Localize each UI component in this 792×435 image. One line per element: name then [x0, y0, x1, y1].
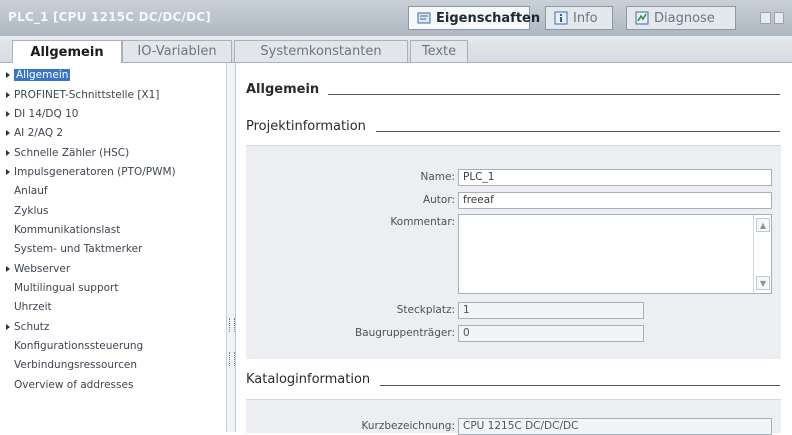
subtab-texte[interactable]: Texte	[410, 40, 468, 62]
tab-info-label: Info	[573, 10, 598, 26]
kataloginformation-heading: Kataloginformation	[246, 372, 371, 387]
expand-arrow-icon[interactable]	[6, 266, 10, 272]
subtab-systemkonstanten[interactable]: Systemkonstanten	[234, 40, 408, 62]
expand-arrow-icon[interactable]	[6, 92, 10, 98]
expand-arrow-icon[interactable]	[6, 130, 10, 136]
splitter-grip-icon[interactable]	[229, 352, 235, 366]
pane-splitter[interactable]	[226, 63, 236, 432]
katalog-divider	[380, 385, 780, 386]
nav-item-schutz[interactable]: Schutz	[6, 319, 49, 335]
nav-item-kommunikationslast[interactable]: Kommunikationslast	[6, 222, 120, 238]
baugruppentraeger-field: 0	[458, 325, 644, 342]
tab-eigenschaften-label: Eigenschaften	[436, 10, 541, 26]
splitter-grip-icon[interactable]	[229, 318, 235, 332]
baugruppentraeger-label: Baugruppenträger:	[354, 327, 455, 339]
kataloginformation-panel: Kurzbezeichnung: CPU 1215C DC/DC/DC	[246, 399, 781, 435]
properties-icon	[417, 11, 431, 25]
kurzbezeichnung-field: CPU 1215C DC/DC/DC	[458, 418, 772, 435]
expand-arrow-icon[interactable]	[6, 111, 10, 117]
nav-item-zyklus[interactable]: Zyklus	[6, 203, 49, 219]
nav-item-hsc[interactable]: Schnelle Zähler (HSC)	[6, 145, 129, 161]
properties-content: Allgemein Projektinformation Name: PLC_1…	[236, 63, 792, 435]
autor-field[interactable]: freeaf	[458, 192, 772, 209]
expand-arrow-icon[interactable]	[6, 150, 10, 156]
section-divider	[328, 94, 780, 95]
nav-item-verbindungsressourcen[interactable]: Verbindungsressourcen	[6, 357, 137, 373]
expand-arrow-icon[interactable]	[6, 324, 10, 330]
nav-item-allgemein[interactable]: Allgemein	[6, 67, 71, 83]
expand-arrow-icon[interactable]	[6, 72, 10, 78]
tab-info[interactable]: Info	[545, 6, 613, 30]
window-controls[interactable]	[760, 12, 784, 24]
diagnostics-icon	[635, 11, 649, 25]
scroll-up-icon[interactable]: ▲	[756, 218, 770, 232]
kommentar-scrollbar[interactable]: ▲ ▼	[753, 215, 771, 293]
nav-item-system-taktmerker[interactable]: System- und Taktmerker	[6, 241, 142, 257]
window-title-bar: PLC_1 [CPU 1215C DC/DC/DC] Eigenschaften…	[0, 0, 792, 37]
scroll-down-icon[interactable]: ▼	[756, 276, 770, 290]
tab-eigenschaften[interactable]: Eigenschaften	[408, 6, 540, 30]
steckplatz-label: Steckplatz:	[396, 304, 455, 316]
tab-diagnose-label: Diagnose	[654, 10, 715, 26]
kommentar-textarea[interactable]: ▲ ▼	[458, 214, 772, 294]
properties-subtabs: Allgemein IO-Variablen Systemkonstanten …	[0, 36, 792, 63]
nav-item-konfigurationssteuerung[interactable]: Konfigurationssteuerung	[6, 338, 143, 354]
nav-item-overview-addresses[interactable]: Overview of addresses	[6, 377, 133, 393]
nav-item-webserver[interactable]: Webserver	[6, 261, 70, 277]
nav-item-di-dq[interactable]: DI 14/DQ 10	[6, 106, 78, 122]
nav-item-pto-pwm[interactable]: Impulsgeneratoren (PTO/PWM)	[6, 164, 176, 180]
autor-label: Autor:	[422, 194, 455, 206]
kurzbezeichnung-label: Kurzbezeichnung:	[361, 420, 455, 432]
steckplatz-field: 1	[458, 302, 644, 319]
projektinformation-panel: Name: PLC_1 Autor: freeaf Kommentar: ▲ ▼…	[246, 145, 781, 359]
nav-item-profinet[interactable]: PROFINET-Schnittstelle [X1]	[6, 87, 159, 103]
nav-item-uhrzeit[interactable]: Uhrzeit	[6, 299, 52, 315]
section-title: Allgemein	[246, 82, 320, 97]
name-label: Name:	[420, 171, 455, 183]
info-icon	[554, 11, 568, 25]
name-field[interactable]: PLC_1	[458, 169, 772, 186]
subtab-io-variablen[interactable]: IO-Variablen	[122, 40, 232, 62]
nav-item-multilingual[interactable]: Multilingual support	[6, 280, 118, 296]
kommentar-label: Kommentar:	[390, 216, 455, 228]
property-navigation-tree: Allgemein PROFINET-Schnittstelle [X1] DI…	[0, 63, 226, 432]
window-title: PLC_1 [CPU 1215C DC/DC/DC]	[8, 10, 211, 24]
nav-item-anlauf[interactable]: Anlauf	[6, 183, 48, 199]
nav-item-ai-aq[interactable]: AI 2/AQ 2	[6, 125, 63, 141]
projekt-divider	[376, 131, 780, 132]
subtab-allgemein[interactable]: Allgemein	[12, 40, 122, 63]
expand-arrow-icon[interactable]	[6, 169, 10, 175]
projektinformation-heading: Projektinformation	[246, 119, 366, 134]
tab-diagnose[interactable]: Diagnose	[626, 6, 736, 30]
